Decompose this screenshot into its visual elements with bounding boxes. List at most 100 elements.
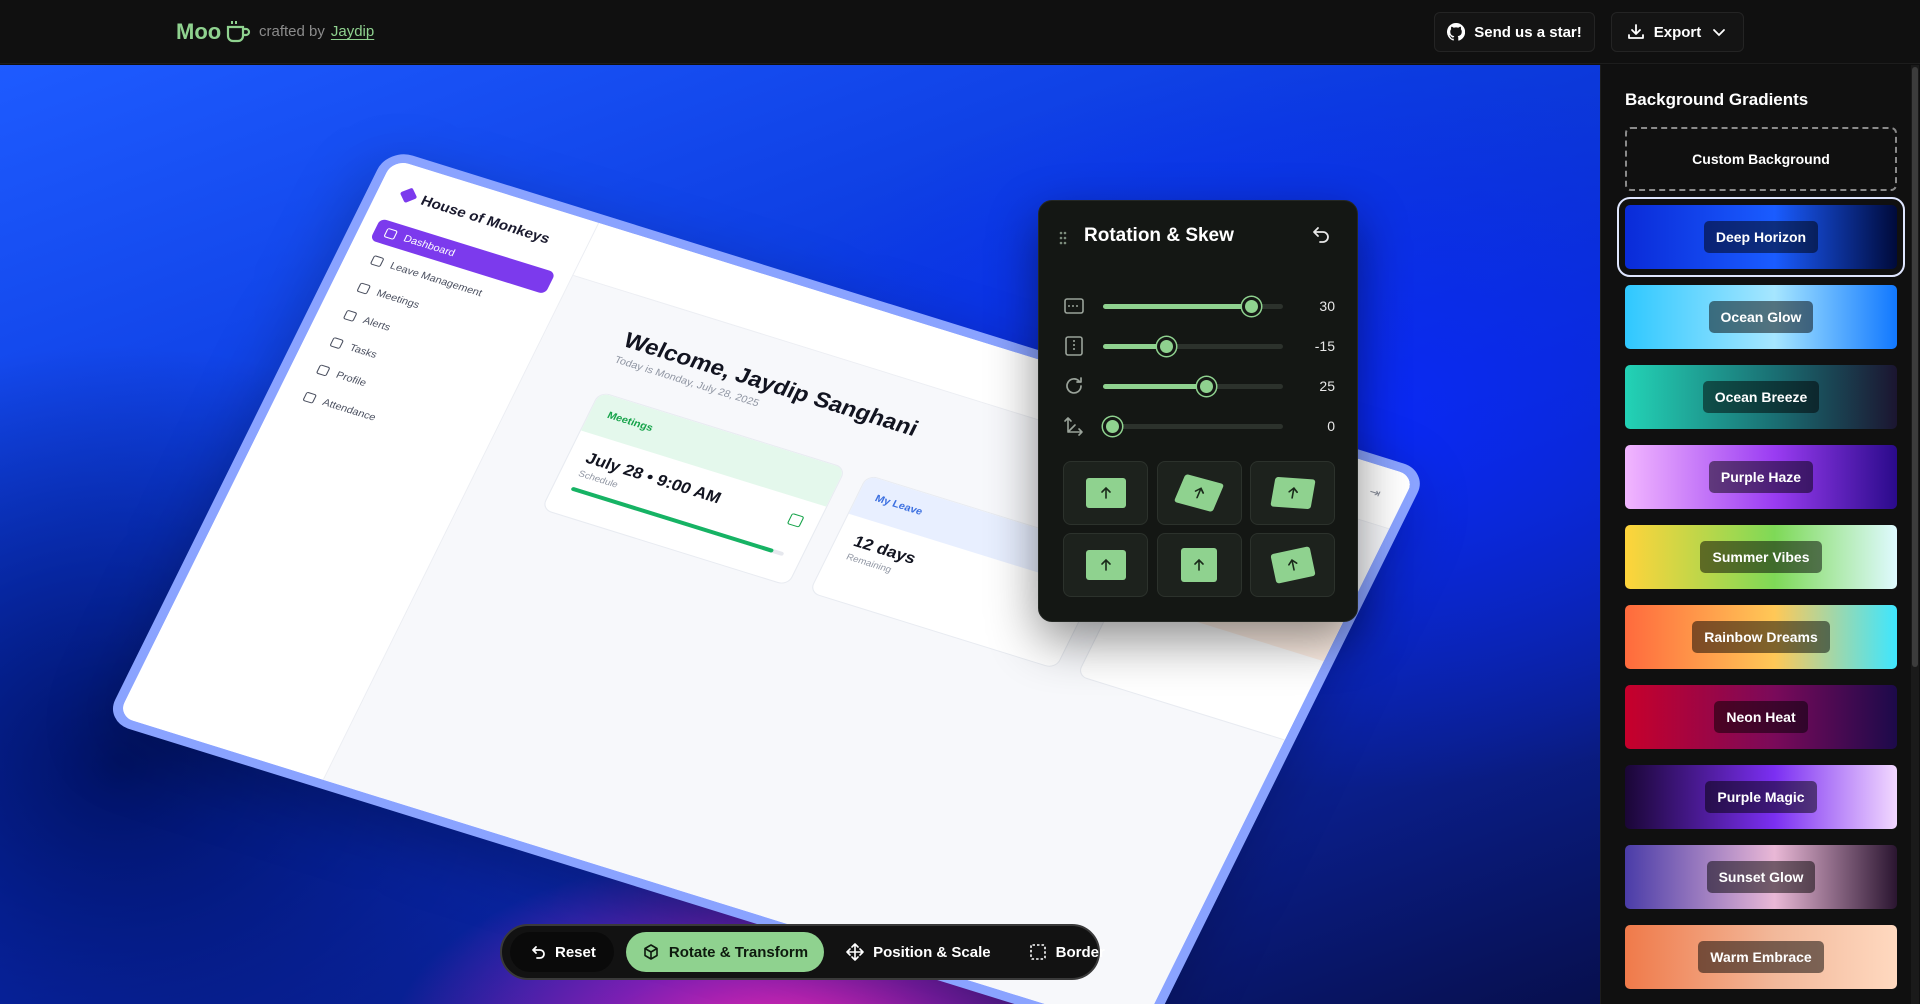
slider-value: 0	[1327, 418, 1335, 434]
border-dashed-icon	[1029, 944, 1046, 960]
preset-upright[interactable]	[1156, 533, 1242, 597]
slider-thumb[interactable]	[1103, 417, 1122, 436]
download-icon	[1627, 24, 1644, 39]
reset-button[interactable]: Reset	[510, 932, 614, 972]
gradient-label: Warm Embrace	[1698, 941, 1824, 973]
scrollbar-thumb[interactable]	[1912, 67, 1918, 667]
export-button[interactable]: Export	[1611, 12, 1744, 52]
gradient-list: Deep Horizon Ocean Glow Ocean Breeze Purple…	[1617, 197, 1905, 1004]
transform-presets	[1063, 461, 1335, 597]
arrow-up-icon	[1194, 487, 1205, 499]
slider-track[interactable]	[1103, 417, 1283, 436]
user-icon	[315, 364, 331, 377]
logout-icon: ⇥	[1366, 484, 1384, 501]
preview-canvas[interactable]: House of Monkeys Dashboard Leave Managem…	[0, 65, 1600, 1004]
move-icon	[846, 943, 864, 961]
perspective-slider[interactable]: 0	[1063, 413, 1335, 439]
preset-flat-small[interactable]	[1063, 533, 1148, 597]
arrow-up-icon	[1194, 558, 1204, 571]
gradient-option[interactable]: Summer Vibes	[1625, 525, 1897, 589]
preset-flat[interactable]	[1063, 461, 1148, 525]
gradient-option[interactable]: Purple Magic	[1625, 765, 1897, 829]
gradient-option[interactable]: Purple Haze	[1625, 445, 1897, 509]
gradient-label: Deep Horizon	[1703, 221, 1819, 253]
github-star-button[interactable]: Send us a star!	[1434, 12, 1595, 52]
custom-background-button[interactable]: Custom Background	[1625, 127, 1897, 191]
axis-icon	[1064, 417, 1083, 436]
calendar-icon	[356, 282, 372, 295]
crafted-by-text: crafted by	[259, 23, 325, 40]
border-button[interactable]: Border	[1013, 932, 1121, 972]
slider-value: -15	[1314, 338, 1335, 354]
slider-track[interactable]	[1103, 297, 1283, 316]
github-icon	[1447, 23, 1466, 41]
preset-card	[1269, 476, 1316, 510]
cup-icon	[227, 21, 251, 43]
drag-handle-icon[interactable]	[1059, 231, 1067, 245]
rotate-slider[interactable]: 25	[1063, 373, 1335, 399]
preset-card	[1085, 478, 1126, 508]
author-link[interactable]: Jaydip	[331, 23, 374, 40]
gradient-label: Summer Vibes	[1700, 541, 1822, 573]
mockup-nav-label: Attendance	[320, 396, 378, 424]
reset-label: Reset	[555, 943, 596, 961]
credit: crafted by Jaydip	[259, 23, 374, 40]
sidebar-title: Background Gradients	[1625, 90, 1809, 109]
undo-icon[interactable]	[1309, 224, 1331, 246]
preset-card	[1173, 473, 1225, 513]
home-icon	[383, 227, 399, 241]
clock-icon	[302, 391, 318, 404]
gradient-label: Purple Magic	[1705, 781, 1817, 813]
mockup-nav-label: Tasks	[347, 342, 379, 361]
slider-fill	[1103, 304, 1251, 309]
position-label: Position & Scale	[873, 943, 991, 961]
slider-track[interactable]	[1103, 337, 1283, 356]
rotation-skew-panel: Rotation & Skew 30 -15 25 0	[1038, 200, 1358, 622]
gradient-option[interactable]: Ocean Breeze	[1625, 365, 1897, 429]
skew-x-slider[interactable]: 30	[1063, 293, 1335, 319]
mockup-nav-label: Dashboard	[401, 233, 457, 259]
slider-thumb[interactable]	[1196, 377, 1216, 396]
arrow-up-icon	[1287, 559, 1298, 571]
arrow-up-icon	[1100, 558, 1111, 571]
export-label: Export	[1653, 23, 1702, 41]
chevron-down-icon	[1713, 29, 1726, 37]
skew-vertical-icon	[1065, 336, 1083, 356]
slider-thumb[interactable]	[1241, 297, 1261, 316]
mockup-stage: House of Monkeys Dashboard Leave Managem…	[0, 65, 1600, 1004]
preset-tilt-right[interactable]	[1250, 461, 1335, 525]
background-sidebar: Background Gradients Custom Background D…	[1600, 65, 1920, 1004]
gradient-label: Ocean Breeze	[1702, 381, 1820, 413]
slider-thumb[interactable]	[1157, 337, 1176, 356]
gradient-label: Neon Heat	[1714, 701, 1808, 733]
arrow-up-icon	[1287, 486, 1298, 499]
gradient-option[interactable]: Rainbow Dreams	[1625, 605, 1897, 669]
rotate-icon	[1066, 377, 1082, 394]
gradient-option[interactable]: Sunset Glow	[1625, 845, 1897, 909]
rotate-transform-button[interactable]: Rotate & Transform	[625, 932, 825, 972]
scrollbar[interactable]	[1911, 65, 1919, 1004]
gradient-option[interactable]: Ocean Glow	[1625, 285, 1897, 349]
gradient-option[interactable]: Neon Heat	[1625, 685, 1897, 749]
app-logo[interactable]: Moo	[176, 19, 251, 45]
mockup-nav-label: Profile	[334, 369, 369, 389]
rotate-label: Rotate & Transform	[668, 943, 809, 961]
preset-tilt-left[interactable]	[1156, 461, 1242, 525]
position-scale-button[interactable]: Position & Scale	[830, 932, 1007, 972]
gradient-option[interactable]: Deep Horizon	[1617, 197, 1905, 277]
skew-y-slider[interactable]: -15	[1063, 333, 1335, 359]
slider-track[interactable]	[1103, 377, 1283, 396]
arrow-up-icon	[1100, 486, 1111, 499]
gem-icon	[399, 187, 418, 204]
rotate-3d-icon	[644, 944, 658, 960]
app-name: Moo	[176, 19, 222, 44]
mockup-nav-label: Alerts	[361, 314, 393, 334]
gradient-option[interactable]: Warm Embrace	[1625, 925, 1897, 989]
mockup-card-meetings: Meetings July 28 • 9:00 AM Schedule	[540, 391, 847, 587]
gradient-label: Ocean Glow	[1708, 301, 1814, 333]
preset-rotated[interactable]	[1250, 533, 1335, 597]
preset-card	[1269, 546, 1316, 584]
gradient-label: Rainbow Dreams	[1692, 621, 1830, 653]
gradient-label: Purple Haze	[1708, 461, 1814, 493]
bottom-toolbar: Reset Rotate & Transform Position & Scal…	[500, 924, 1105, 980]
